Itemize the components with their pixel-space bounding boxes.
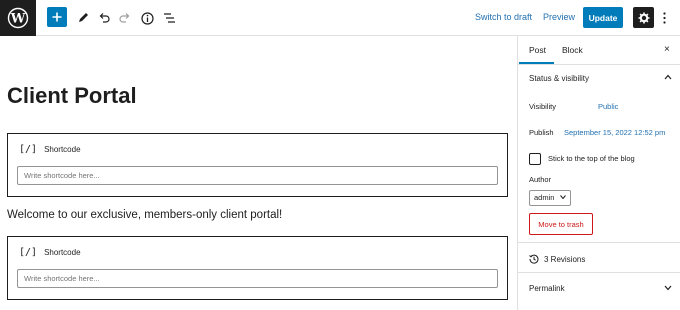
divider [518,64,680,65]
gear-icon [638,12,649,23]
author-select-value: admin [534,193,555,202]
vertical-ellipsis-icon [662,12,666,24]
editor-canvas: Client Portal [/] Shortcode Write shortc… [0,36,517,310]
history-icon [529,254,539,264]
shortcode-icon: [/] [19,247,38,258]
author-label: Author [529,175,552,184]
permalink-panel-title[interactable]: Permalink [529,284,565,293]
publish-label: Publish [529,128,554,137]
update-button[interactable]: Update [583,7,623,28]
settings-button[interactable] [633,7,654,28]
revisions-item[interactable]: 3 Revisions [529,254,585,264]
publish-date-link[interactable]: September 15, 2022 12:52 pm [564,128,665,137]
divider [518,242,680,243]
info-icon [140,11,154,25]
shortcode-block[interactable]: [/] Shortcode Write shortcode here... [7,236,508,300]
sticky-label: Stick to the top of the blog [548,154,635,163]
revisions-label: 3 Revisions [544,254,586,264]
undo-button[interactable] [93,7,115,29]
tools-button[interactable] [72,7,94,29]
visibility-value-link[interactable]: Public [598,102,618,111]
chevron-down-icon [560,191,566,205]
more-options-button[interactable] [659,9,669,27]
list-view-button[interactable] [158,7,180,29]
undo-icon [99,13,110,23]
svg-text:W: W [10,12,26,27]
add-block-button[interactable] [47,7,67,27]
shortcode-input[interactable]: Write shortcode here... [17,166,498,185]
details-button[interactable] [136,7,158,29]
divider [518,272,680,273]
shortcode-block-header: [/] Shortcode [19,247,81,258]
settings-sidebar: Post Block × Status & visibility Visibil… [517,36,680,310]
close-icon[interactable]: × [664,44,670,55]
shortcode-block[interactable]: [/] Shortcode Write shortcode here... [7,133,508,197]
shortcode-block-header: [/] Shortcode [19,144,81,155]
tab-block[interactable]: Block [562,45,583,55]
redo-button[interactable] [114,7,136,29]
move-to-trash-button[interactable]: Move to trash [529,213,593,235]
shortcode-block-label: Shortcode [44,145,81,154]
switch-to-draft-link[interactable]: Switch to draft [475,12,532,22]
sticky-checkbox[interactable] [529,153,541,165]
post-title[interactable]: Client Portal [7,83,137,109]
chevron-down-icon[interactable] [664,284,672,293]
wordpress-logo[interactable]: W [0,0,36,36]
top-toolbar: W Switch to draft Preview Update [0,0,680,36]
plus-icon [52,12,62,22]
wordpress-logo-icon: W [7,7,29,29]
chevron-up-icon[interactable] [664,73,672,82]
shortcode-block-label: Shortcode [44,248,81,257]
visibility-label: Visibility [529,102,556,111]
tab-post[interactable]: Post [529,45,546,55]
author-select[interactable]: admin [529,190,571,206]
preview-link[interactable]: Preview [543,12,575,22]
shortcode-icon: [/] [19,144,38,155]
list-view-icon [163,13,175,23]
pencil-icon [79,13,88,22]
status-visibility-panel-title[interactable]: Status & visibility [529,74,589,83]
redo-icon [119,13,130,23]
paragraph-block[interactable]: Welcome to our exclusive, members-only c… [7,209,282,221]
shortcode-input[interactable]: Write shortcode here... [17,269,498,288]
